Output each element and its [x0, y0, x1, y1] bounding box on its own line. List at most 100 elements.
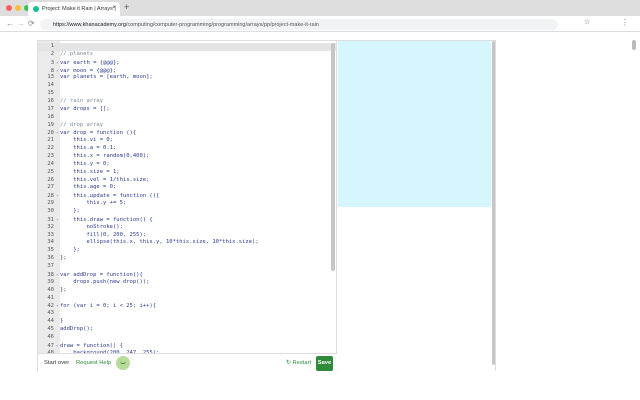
code-line[interactable]: 36}; — [38, 255, 336, 263]
line-number: 46 — [47, 333, 54, 340]
code-editor[interactable]: 1 2 // planets 3 ▾ var earth = {@@@}; 8 ▾ var mo… — [38, 41, 337, 353]
code-line[interactable]: 14 — [38, 82, 336, 90]
code-line[interactable]: 27 this.age = 0; — [38, 184, 336, 192]
code-line[interactable]: 16 // rain array — [38, 98, 336, 106]
code-line[interactable]: 46 — [38, 333, 336, 342]
code-line[interactable]: 35 }; — [38, 247, 336, 255]
code-line[interactable]: 1 — [38, 43, 336, 51]
line-number: 22 — [47, 145, 54, 152]
line-number: 34 — [47, 239, 54, 246]
tab-bar: Project: Make it Rain | Arrays | × + — [0, 0, 640, 16]
code-line[interactable]: 33 fill(0, 200, 255); — [38, 232, 336, 240]
code-line[interactable]: 3 ▾ var earth = {@@@}; — [38, 59, 336, 67]
code-line[interactable]: 19 // drop array — [38, 121, 336, 130]
code-text: for (var i = 0; i < 25; i++){ — [60, 303, 157, 310]
restart-label: Restart — [292, 360, 312, 366]
restart-button[interactable]: ↻ Restart — [286, 360, 311, 366]
code-text: draw = function() { — [60, 342, 123, 349]
line-number: 13 — [47, 74, 54, 81]
code-text: // planets — [60, 50, 94, 57]
line-number: 17 — [47, 105, 54, 112]
code-line[interactable]: 47 ▾ draw = function() { — [38, 342, 336, 350]
code-line[interactable]: 34 ellipse(this.x, this.y, 10*this.size,… — [38, 239, 336, 247]
code-line[interactable]: 32 noStroke(); — [38, 224, 336, 232]
code-line[interactable]: 41 — [38, 294, 336, 303]
save-button[interactable]: Save — [316, 356, 333, 371]
browser-menu-icon[interactable]: ⋮ — [621, 18, 629, 27]
code-line[interactable]: 21 this.vi = 0; — [38, 137, 336, 145]
avatar[interactable] — [116, 356, 130, 370]
line-number: 18 — [47, 113, 54, 120]
code-text: var addDrop = function(){ — [60, 271, 143, 278]
code-text: var earth = {@@@}; — [60, 59, 120, 66]
code-line[interactable]: 30 }; — [38, 208, 336, 216]
code-line[interactable]: 2 // planets — [38, 50, 336, 59]
line-number: 23 — [47, 153, 54, 160]
restart-icon: ↻ — [286, 360, 291, 366]
code-line[interactable]: 13 var planets = [earth, moon]; — [38, 74, 336, 82]
close-tab-icon[interactable]: × — [112, 5, 116, 11]
code-text: // rain array — [60, 98, 104, 105]
reload-icon[interactable]: ⟳ — [28, 19, 35, 28]
code-text: // drop array — [60, 121, 104, 128]
close-window-button[interactable] — [6, 5, 12, 11]
new-tab-button[interactable]: + — [124, 2, 129, 12]
code-text: }; — [60, 255, 67, 262]
code-line[interactable]: 42 ▾ for (var i = 0; i < 25; i++){ — [38, 302, 336, 310]
code-line[interactable]: 43 — [38, 310, 336, 318]
code-line[interactable]: 24 this.y = 0; — [38, 160, 336, 169]
code-line[interactable]: 25 this.size = 1; — [38, 168, 336, 177]
code-text: this.size = 1; — [60, 168, 120, 175]
khan-academy-icon — [33, 6, 39, 12]
code-line[interactable]: 44} — [38, 318, 336, 326]
code-text: ellipse(this.x, this.y, 10*this.size, 10… — [60, 239, 259, 246]
code-line[interactable]: 29 this.y += 5; — [38, 200, 336, 208]
code-line[interactable]: 37 — [38, 263, 336, 271]
editor-scrollbar[interactable] — [331, 43, 335, 271]
code-text: }; — [60, 208, 80, 215]
browser-tab[interactable]: Project: Make it Rain | Arrays | × — [28, 2, 120, 16]
code-lines[interactable]: 1 2 // planets 3 ▾ var earth = {@@@}; 8 ▾ var mo… — [38, 43, 336, 353]
line-number: 44 — [47, 318, 54, 325]
line-number: 24 — [47, 160, 54, 167]
code-text: this.y += 5; — [60, 200, 127, 207]
output-scrollbar[interactable] — [492, 41, 495, 365]
code-line[interactable]: 38 ▾ var addDrop = function(){ — [38, 271, 336, 279]
url-input[interactable]: https://www.khanacademy.org/computing/co… — [40, 19, 590, 30]
code-text: this.age = 0; — [60, 184, 117, 191]
line-number: 2 — [50, 50, 54, 57]
line-number: 19 — [47, 121, 54, 128]
line-number: 37 — [47, 263, 54, 270]
code-line[interactable]: 15 — [38, 90, 336, 98]
code-line[interactable]: 28 ▾ this.update = function (){ — [38, 192, 336, 200]
code-line[interactable]: 23 this.x = random(0,400); — [38, 153, 336, 161]
forward-icon[interactable]: → — [17, 19, 25, 28]
code-line[interactable]: 20 ▾ var drop = function (){ — [38, 129, 336, 137]
project-editor: 1 2 // planets 3 ▾ var earth = {@@@}; 8 ▾ var mo… — [37, 40, 496, 372]
code-line[interactable]: 8 ▾ var moon = {@@@}; — [38, 67, 336, 75]
line-number: 27 — [47, 184, 54, 191]
code-line[interactable]: 22 this.a = 0.1; — [38, 145, 336, 153]
line-number: 41 — [47, 294, 54, 301]
code-line[interactable]: 18 — [38, 113, 336, 122]
code-text: var drops = []; — [60, 105, 110, 112]
code-line[interactable]: 31 ▾ this.draw = function() { — [38, 216, 336, 224]
line-number: 15 — [47, 90, 54, 97]
code-line[interactable]: 40}; — [38, 286, 336, 295]
code-text: }; — [60, 286, 67, 293]
minimize-window-button[interactable] — [15, 5, 21, 11]
line-number: 29 — [47, 200, 54, 207]
code-text: this.vi = 0; — [60, 137, 113, 144]
code-line[interactable]: 17 var drops = []; — [38, 105, 336, 114]
start-over-button[interactable]: Start over — [44, 360, 69, 366]
code-text: this.x = random(0,400); — [60, 153, 150, 160]
code-line[interactable]: 26 this.vel = 1/this.size; — [38, 176, 336, 185]
bookmark-star-icon[interactable]: ☆ — [584, 18, 590, 26]
code-line[interactable]: 45 addDrop(); — [38, 326, 336, 334]
request-help-button[interactable]: Request Help — [76, 360, 111, 366]
line-number: 26 — [47, 176, 54, 183]
output-canvas[interactable] — [338, 41, 491, 207]
code-line[interactable]: 39 drops.push(new drop()); — [38, 279, 336, 287]
back-icon[interactable]: ← — [6, 19, 14, 28]
page-scrollbar[interactable] — [632, 40, 636, 50]
